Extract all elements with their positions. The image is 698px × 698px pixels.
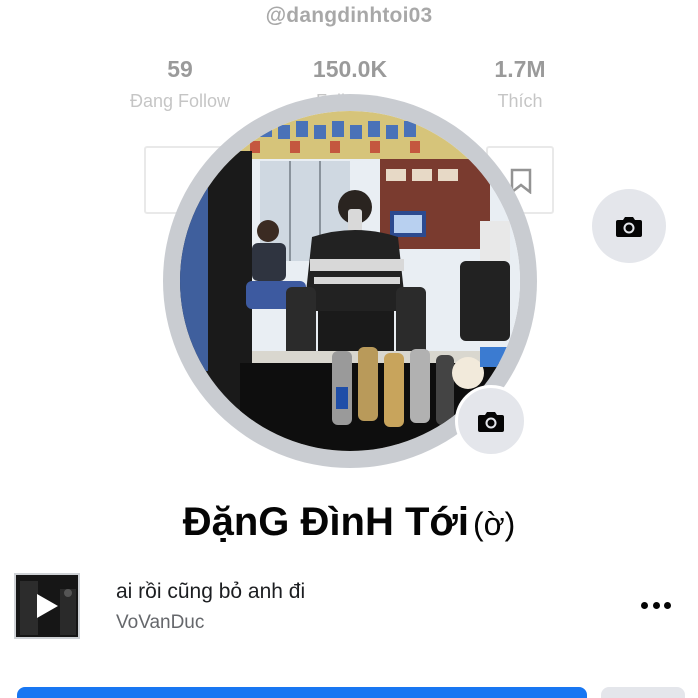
profile-alternate-name: (ờ) [472, 506, 516, 542]
camera-icon [478, 412, 504, 432]
stat-following: 59 Đang Follow [90, 56, 270, 112]
song-title[interactable]: ai rồi cũng bỏ anh đi [116, 580, 305, 604]
stat-likes-label: Thích [497, 91, 543, 111]
stat-followers-value: 150.0K [312, 56, 388, 82]
avatar-camera-button[interactable] [455, 385, 527, 457]
primary-action-button[interactable] [17, 687, 587, 698]
song-artist[interactable]: VoVanDuc [116, 612, 204, 634]
profile-handle: @dangdinhtoi03 [265, 4, 433, 27]
secondary-action-button[interactable] [601, 687, 685, 698]
profile-name-row: ĐặnG ĐìnH Tới (ờ) [0, 500, 698, 545]
more-horizontal-icon [641, 601, 648, 609]
more-options-button[interactable] [636, 590, 676, 620]
stat-following-label: Đang Follow [129, 91, 231, 111]
stat-likes: 1.7M Thích [430, 56, 610, 112]
play-icon [37, 594, 58, 618]
cover-camera-button[interactable] [592, 189, 666, 263]
stat-following-value: 59 [167, 56, 193, 82]
profile-name: ĐặnG ĐìnH Tới [182, 500, 469, 544]
stat-likes-value: 1.7M [494, 56, 546, 82]
camera-icon [616, 217, 642, 237]
music-thumbnail[interactable] [14, 573, 80, 639]
